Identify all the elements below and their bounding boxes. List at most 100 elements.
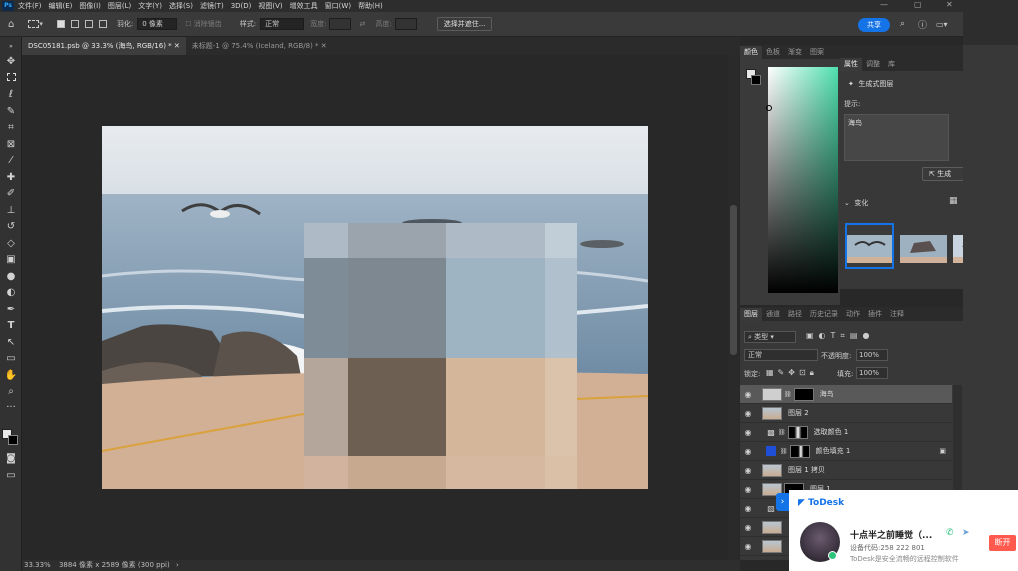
crop-tool-icon[interactable]: ⌗ [3,121,19,135]
fill-input[interactable]: 100% [856,367,888,379]
tab-properties[interactable]: 属性 [840,58,862,71]
add-selection-icon[interactable] [70,20,79,28]
intersect-selection-icon[interactable] [98,20,107,28]
menu-select[interactable]: 选择(S) [169,1,193,11]
maximize-icon[interactable]: ▢ [914,0,922,9]
background-color-swatch[interactable] [8,435,18,445]
zoom-tool-icon[interactable]: ⌕ [3,385,19,399]
tab-libraries[interactable]: 库 [884,58,899,71]
vertical-scrollbar[interactable] [728,55,739,560]
tab-layers[interactable]: 图层 [740,308,762,321]
tab-plugins[interactable]: 插件 [864,308,886,321]
menu-type[interactable]: 文字(Y) [138,1,162,11]
visibility-eye-icon[interactable]: ◉ [740,523,756,532]
antialias-checkbox[interactable]: ☐ 消除锯齿 [185,19,222,29]
menu-edit[interactable]: 编辑(E) [49,1,73,11]
marquee-preset-icon[interactable]: ▾ [28,20,43,28]
minimize-icon[interactable]: — [880,0,888,9]
tab-actions[interactable]: 动作 [842,308,864,321]
eraser-tool-icon[interactable]: ◇ [3,237,19,251]
workspace-icon[interactable]: ▭▾ [936,20,948,29]
collapse-arrow-icon[interactable]: › [776,493,789,511]
feather-input[interactable]: 0 像素 [137,18,178,30]
layer-row-layer-2[interactable]: ◉ 图层 2 [740,404,952,423]
eyedropper-tool-icon[interactable]: ⁄ [3,154,19,168]
rectangle-tool-icon[interactable]: ▭ [3,352,19,366]
tab-untitled-1[interactable]: 未标题-1 @ 75.4% (Iceland, RGB/8) * ✕ [186,37,333,55]
scroll-thumb[interactable] [730,205,737,355]
more-tools-icon[interactable]: ··· [3,401,19,415]
layer-row-color-fill[interactable]: ◉ ⛓ 颜色填充 1 ▣ [740,442,952,461]
tab-notes[interactable]: 注释 [886,308,908,321]
gradient-tool-icon[interactable]: ▣ [3,253,19,267]
menu-plugins[interactable]: 增效工具 [290,1,318,11]
layer-row-layer-1-copy[interactable]: ◉ 图层 1 拷贝 [740,461,952,480]
home-icon[interactable]: ⌂ [8,19,14,30]
status-arrow-icon[interactable]: › [176,561,179,569]
lock-icons[interactable]: ▦✎✥⊡🔒︎ [766,368,818,378]
tab-adjustments[interactable]: 调整 [862,58,884,71]
new-selection-icon[interactable] [56,20,65,28]
visibility-eye-icon[interactable]: ◉ [740,409,756,418]
share-button[interactable]: 共享 [858,18,890,32]
width-input[interactable] [329,18,352,30]
visibility-eye-icon[interactable]: ◉ [740,466,756,475]
layer-row-seabird[interactable]: ◉ ⛓ 海鸟 [740,385,952,404]
screen-mode-icon[interactable]: ▭ [3,469,19,483]
swap-icon[interactable]: ⇄ [359,20,365,28]
tab-channels[interactable]: 通道 [762,308,784,321]
close-window-icon[interactable]: ✕ [946,0,953,9]
type-tool-icon[interactable]: T [3,319,19,333]
lasso-tool-icon[interactable]: ℓ [3,88,19,102]
visibility-eye-icon[interactable]: ◉ [740,390,756,399]
pen-tool-icon[interactable]: ✒ [3,303,19,317]
close-tab-icon[interactable]: ✕ [321,42,327,50]
menu-image[interactable]: 图像(I) [79,1,101,11]
variation-thumb-1[interactable] [845,223,894,269]
help-icon[interactable]: ⓘ [918,18,927,31]
opacity-input[interactable]: 100% [856,349,888,361]
menu-filter[interactable]: 滤镜(T) [200,1,224,11]
cursor-icon[interactable]: ➤ [962,528,970,538]
hand-tool-icon[interactable]: ✋ [3,369,19,383]
healing-brush-tool-icon[interactable]: ✚ [3,171,19,185]
toolbar-collapse-icon[interactable]: » [3,43,19,51]
layer-filter-icons[interactable]: ▣◐T⌗▤● [806,331,874,341]
path-select-tool-icon[interactable]: ↖ [3,336,19,350]
move-tool-icon[interactable]: ✥ [3,55,19,69]
tab-paths[interactable]: 路径 [784,308,806,321]
variations-header[interactable]: ⌄ 变化 [844,198,868,208]
menu-file[interactable]: 文件(F) [18,1,42,11]
prompt-textarea[interactable]: 海鸟 [844,114,949,161]
style-select[interactable]: 正常 [260,18,305,30]
quick-mask-icon[interactable]: ◙ [3,452,19,466]
tab-patterns[interactable]: 图案 [806,46,828,59]
call-icon[interactable]: ✆ [946,528,954,538]
menu-window[interactable]: 窗口(W) [325,1,351,11]
blend-mode-select[interactable]: 正常 [744,349,818,361]
close-tab-icon[interactable]: ✕ [174,42,180,50]
visibility-eye-icon[interactable]: ◉ [740,542,756,551]
menu-layer[interactable]: 图层(L) [108,1,131,11]
select-and-mask-button[interactable]: 选择并遮住... [436,17,493,31]
background-swatch[interactable] [751,75,761,85]
visibility-eye-icon[interactable]: ◉ [740,504,756,513]
clone-stamp-tool-icon[interactable]: ⊥ [3,204,19,218]
tab-swatches[interactable]: 色板 [762,46,784,59]
blur-tool-icon[interactable]: ● [3,270,19,284]
brush-tool-icon[interactable]: ✐ [3,187,19,201]
document-info[interactable]: 3884 像素 x 2589 像素 (300 ppi) [59,561,170,569]
menu-view[interactable]: 视图(V) [258,1,282,11]
visibility-eye-icon[interactable]: ◉ [740,485,756,494]
color-picker-cursor[interactable] [766,105,772,111]
tab-color[interactable]: 颜色 [740,46,762,59]
disconnect-button[interactable]: 断开 [989,535,1016,551]
tab-history[interactable]: 历史记录 [806,308,842,321]
variation-thumb-2[interactable] [900,225,947,267]
zoom-level[interactable]: 33.33% [24,561,51,569]
visibility-eye-icon[interactable]: ◉ [740,428,756,437]
generate-button[interactable]: ⇱ 生成 [922,167,964,181]
document-canvas[interactable] [102,126,648,489]
tab-gradients[interactable]: 渐变 [784,46,806,59]
menu-3d[interactable]: 3D(D) [231,2,252,10]
